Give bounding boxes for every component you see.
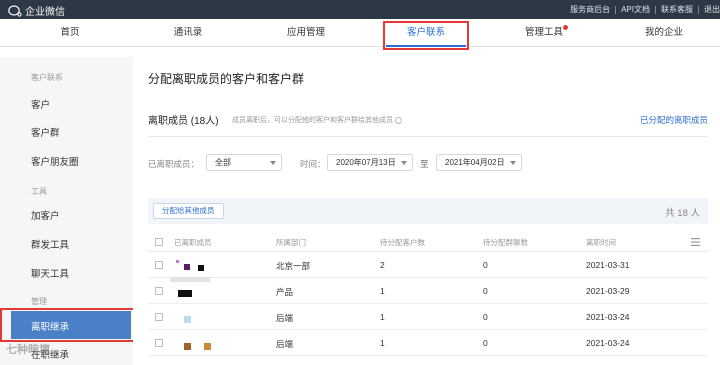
logout-link[interactable]: 退出 xyxy=(704,4,720,15)
table-row[interactable]: 后端 1 0 2021-03-24 xyxy=(148,330,708,356)
nav-contacts[interactable]: 通讯录 xyxy=(148,19,228,47)
time-filter-label: 时间： xyxy=(300,159,326,169)
row-department: 产品 xyxy=(276,287,294,297)
sidebar-item-customers[interactable]: 客户 xyxy=(31,97,50,111)
redacted-name xyxy=(178,290,192,297)
column-settings-icon[interactable] xyxy=(691,238,700,246)
row-resign-time: 2021-03-24 xyxy=(586,338,630,348)
notification-dot xyxy=(563,25,568,30)
row-checkbox[interactable] xyxy=(155,339,163,347)
column-resign-time: 离职时间 xyxy=(586,238,616,247)
brand[interactable]: 企业微信 xyxy=(8,3,65,18)
sidebar-item-chat-tools[interactable]: 聊天工具 xyxy=(31,266,69,280)
row-checkbox[interactable] xyxy=(155,287,163,295)
service-provider-link[interactable]: 服务商后台 xyxy=(570,4,610,15)
table-action-bar: 分配给其他成员 共 18 人 xyxy=(148,198,708,224)
row-resign-time: 2021-03-29 xyxy=(586,286,630,296)
row-department: 后端 xyxy=(276,339,294,349)
column-department: 所属部门 xyxy=(276,238,306,247)
sidebar-group-management: 管理 xyxy=(31,297,47,306)
contact-support-link[interactable]: 联系客服 xyxy=(661,4,693,15)
row-pending-groups: 0 xyxy=(483,338,488,348)
column-pending-groups: 待分配群聊数 xyxy=(483,238,528,247)
row-pending-customers: 2 xyxy=(380,260,385,270)
member-filter-value: 全部 xyxy=(215,158,231,167)
column-pending-customers: 待分配客户数 xyxy=(380,238,425,247)
start-date-picker[interactable]: 2020年07月13日 xyxy=(327,154,413,171)
redacted-avatar xyxy=(184,316,191,323)
sidebar-item-moments[interactable]: 客户朋友圈 xyxy=(31,154,79,168)
main-nav: 首页 通讯录 应用管理 客户联系 管理工具 我的企业 xyxy=(0,19,720,47)
row-pending-customers: 1 xyxy=(380,312,385,322)
link-divider xyxy=(615,5,617,14)
nav-app-management[interactable]: 应用管理 xyxy=(266,19,346,47)
end-date-picker[interactable]: 2021年04月02日 xyxy=(436,154,522,171)
row-department: 北京一部 xyxy=(276,261,311,271)
member-filter-label: 已离职成员： xyxy=(148,159,200,169)
redacted-avatar xyxy=(170,277,210,282)
watermark: 七种暗壇 xyxy=(6,341,50,357)
nav-management-tools[interactable]: 管理工具 xyxy=(504,19,584,47)
section-divider xyxy=(148,136,708,137)
select-all-checkbox[interactable] xyxy=(155,238,163,246)
row-department: 后端 xyxy=(276,313,294,323)
nav-home[interactable]: 首页 xyxy=(30,19,110,47)
row-pending-groups: 0 xyxy=(483,312,488,322)
top-bar: 企业微信 服务商后台 API文档 联系客服 退出 xyxy=(0,0,720,19)
end-date-value: 2021年04月02日 xyxy=(445,158,505,167)
date-range-to: 至 xyxy=(420,159,429,169)
table-row[interactable]: 后端 1 0 2021-03-24 xyxy=(148,304,708,330)
row-pending-customers: 1 xyxy=(380,338,385,348)
row-pending-groups: 0 xyxy=(483,286,488,296)
sidebar-item-customer-groups[interactable]: 客户群 xyxy=(31,125,60,139)
assigned-members-link[interactable]: 已分配的离职成员 xyxy=(640,114,708,126)
chevron-down-icon xyxy=(270,161,276,165)
link-divider xyxy=(698,5,699,14)
row-pending-customers: 1 xyxy=(380,286,385,296)
redacted-avatar xyxy=(184,343,191,350)
table-row[interactable]: 北京一部 2 0 2021-03-31 xyxy=(148,252,708,278)
table-row[interactable]: 产品 1 0 2021-03-29 xyxy=(148,277,708,304)
watermark-text: 七种暗壇 xyxy=(6,344,50,356)
total-count: 共 18 人 xyxy=(665,208,700,219)
redacted-avatar xyxy=(176,260,179,263)
top-links: 服务商后台 API文档 联系客服 退出 xyxy=(570,4,720,15)
api-docs-link[interactable]: API文档 xyxy=(621,4,650,15)
sidebar-item-mass-send[interactable]: 群发工具 xyxy=(31,237,69,251)
sidebar-item-add-customer[interactable]: 加客户 xyxy=(31,208,60,222)
info-icon[interactable] xyxy=(395,116,402,124)
link-divider xyxy=(655,5,656,14)
row-checkbox[interactable] xyxy=(155,313,163,321)
members-description-text: 成员离职后，可以分配他的客户和客户群给其他成员 xyxy=(232,117,393,124)
members-description: 成员离职后，可以分配他的客户和客户群给其他成员 xyxy=(232,115,402,125)
redacted-name xyxy=(198,265,204,271)
highlight-box-nav xyxy=(383,21,469,50)
chevron-down-icon xyxy=(401,161,407,165)
row-pending-groups: 0 xyxy=(483,260,488,270)
highlight-box-sidebar xyxy=(0,308,147,342)
page-title: 分配离职成员的客户和客户群 xyxy=(148,72,305,86)
table-header: 已离职成员 所属部门 待分配客户数 待分配群聊数 离职时间 xyxy=(148,232,708,252)
chevron-down-icon xyxy=(510,161,516,165)
sidebar-group-tools: 工具 xyxy=(31,187,47,196)
member-filter-select[interactable]: 全部 xyxy=(206,154,282,171)
nav-my-enterprise[interactable]: 我的企业 xyxy=(624,19,704,47)
row-resign-time: 2021-03-24 xyxy=(586,312,630,322)
assign-to-others-button[interactable]: 分配给其他成员 xyxy=(153,203,224,219)
row-resign-time: 2021-03-31 xyxy=(586,260,630,270)
brand-name: 企业微信 xyxy=(25,7,65,18)
redacted-avatar xyxy=(184,264,190,270)
members-title: 离职成员 (18人) xyxy=(148,116,219,127)
wecom-logo-icon xyxy=(8,4,22,17)
row-checkbox[interactable] xyxy=(155,261,163,269)
sidebar-group-customer-contact: 客户联系 xyxy=(31,73,63,82)
redacted-name xyxy=(204,343,211,350)
start-date-value: 2020年07月13日 xyxy=(336,158,396,167)
column-member: 已离职成员 xyxy=(174,238,212,247)
